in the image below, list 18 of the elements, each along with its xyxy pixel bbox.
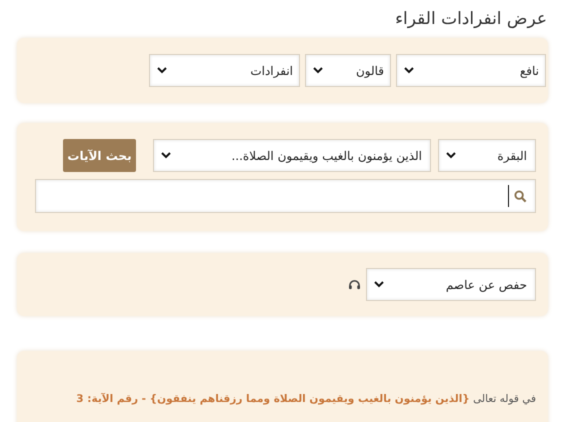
dropdown[interactable]: انفرادات xyxy=(149,54,300,87)
dropdown[interactable]: قالون xyxy=(305,54,391,87)
chevron-icon xyxy=(161,152,171,159)
verse-text: في قوله تعالى {الذين يؤمنون بالغيب ويقيمون الصلاة ومما رزقناهم ينفقون} - رقم الآية: 3 xyxy=(76,392,536,407)
page-title: عرض انفرادات القراء xyxy=(394,8,547,30)
search-icon xyxy=(514,190,527,202)
chevron-icon xyxy=(313,67,323,74)
dropdown[interactable]: الذين يؤمنون بالغيب ويقيمون الصلاة... xyxy=(153,139,431,172)
dropdown[interactable]: نافع xyxy=(396,54,546,87)
dropdown[interactable]: البقرة xyxy=(438,139,536,172)
search-verses-button[interactable]: بحث الآيات xyxy=(63,139,136,172)
search-field[interactable] xyxy=(35,179,536,213)
dropdown[interactable]: حفص عن عاصم xyxy=(366,268,536,301)
headphones-icon[interactable] xyxy=(348,279,361,290)
chevron-icon xyxy=(404,67,414,74)
chevron-icon xyxy=(374,281,384,288)
chevron-icon xyxy=(157,67,167,74)
chevron-icon xyxy=(446,152,456,159)
